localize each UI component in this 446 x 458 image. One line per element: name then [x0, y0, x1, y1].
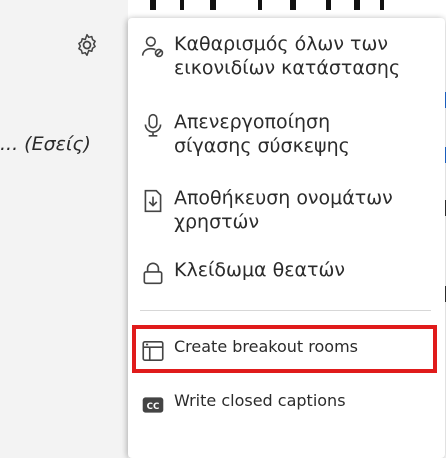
- participants-panel: ... (Εσείς): [0, 0, 128, 458]
- menu-item-unmute-meeting[interactable]: Απενεργοποίηση σίγασης σύσκεψης: [140, 110, 437, 158]
- background-text-fragment: [140, 0, 400, 12]
- menu-item-lock-viewers[interactable]: Κλείδωμα θεατών: [140, 258, 437, 286]
- menu-item-label: Κλείδωμα θεατών: [174, 259, 345, 281]
- menu-item-save-usernames[interactable]: Αποθήκευση ονομάτων χρηστών: [140, 186, 437, 234]
- closed-captions-icon: CC: [142, 397, 164, 413]
- save-file-icon: [144, 189, 162, 213]
- svg-text:CC: CC: [147, 402, 160, 412]
- more-options-menu: Καθαρισμός όλων των εικονιδίων κατάσταση…: [128, 18, 445, 458]
- menu-divider: [140, 310, 431, 311]
- menu-item-label: Απενεργοποίηση σίγασης σύσκεψης: [174, 111, 350, 157]
- microphone-icon: [144, 113, 162, 137]
- menu-item-label: Καθαρισμός όλων των εικονιδίων κατάσταση…: [174, 33, 401, 79]
- menu-item-label: Αποθήκευση ονομάτων χρηστών: [174, 187, 393, 233]
- menu-item-clear-status[interactable]: Καθαρισμός όλων των εικονιδίων κατάσταση…: [140, 32, 437, 80]
- clear-status-icon: [141, 36, 164, 58]
- lock-icon: [143, 262, 163, 285]
- gear-icon[interactable]: [74, 32, 100, 58]
- annotation-highlight-box: [132, 325, 437, 373]
- menu-item-write-closed-captions[interactable]: CC Write closed captions: [140, 390, 437, 418]
- participant-name: ... (Εσείς): [0, 133, 91, 155]
- menu-item-label: Write closed captions: [174, 391, 346, 410]
